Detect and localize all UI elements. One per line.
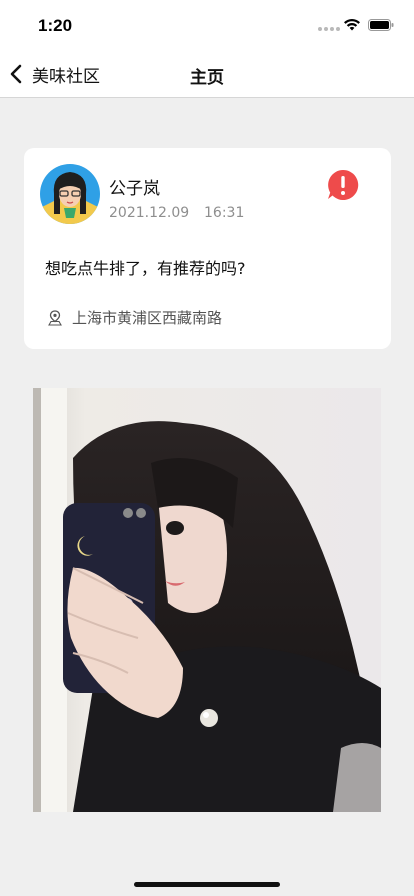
page-title: 主页 bbox=[190, 68, 224, 88]
report-icon[interactable] bbox=[326, 168, 360, 202]
avatar[interactable] bbox=[40, 164, 100, 224]
home-indicator bbox=[134, 882, 280, 887]
author-name[interactable]: 公子岚 bbox=[109, 174, 160, 199]
post-card: 公子岚 2021.12.09 16:31 想吃点牛排了，有推荐的吗? 上海市黄浦… bbox=[24, 148, 391, 349]
selfie-photo-image bbox=[33, 388, 381, 812]
post-date: 2021.12.09 bbox=[109, 205, 190, 221]
navigation-bar: 美味社区 主页 bbox=[0, 50, 414, 98]
post-time: 16:31 bbox=[204, 205, 245, 221]
avatar-image bbox=[40, 164, 100, 224]
wifi-icon bbox=[344, 18, 360, 31]
location-pin-icon bbox=[48, 309, 62, 326]
post-photo[interactable] bbox=[33, 388, 381, 812]
location-text: 上海市黄浦区西藏南路 bbox=[72, 309, 223, 327]
status-bar: 1:20 bbox=[0, 0, 414, 50]
status-time: 1:20 bbox=[38, 16, 73, 35]
battery-icon bbox=[368, 19, 394, 31]
location-row[interactable]: 上海市黄浦区西藏南路 bbox=[48, 307, 222, 328]
post-text: 想吃点牛排了，有推荐的吗? bbox=[45, 259, 246, 278]
cellular-signal-icon bbox=[318, 27, 340, 31]
